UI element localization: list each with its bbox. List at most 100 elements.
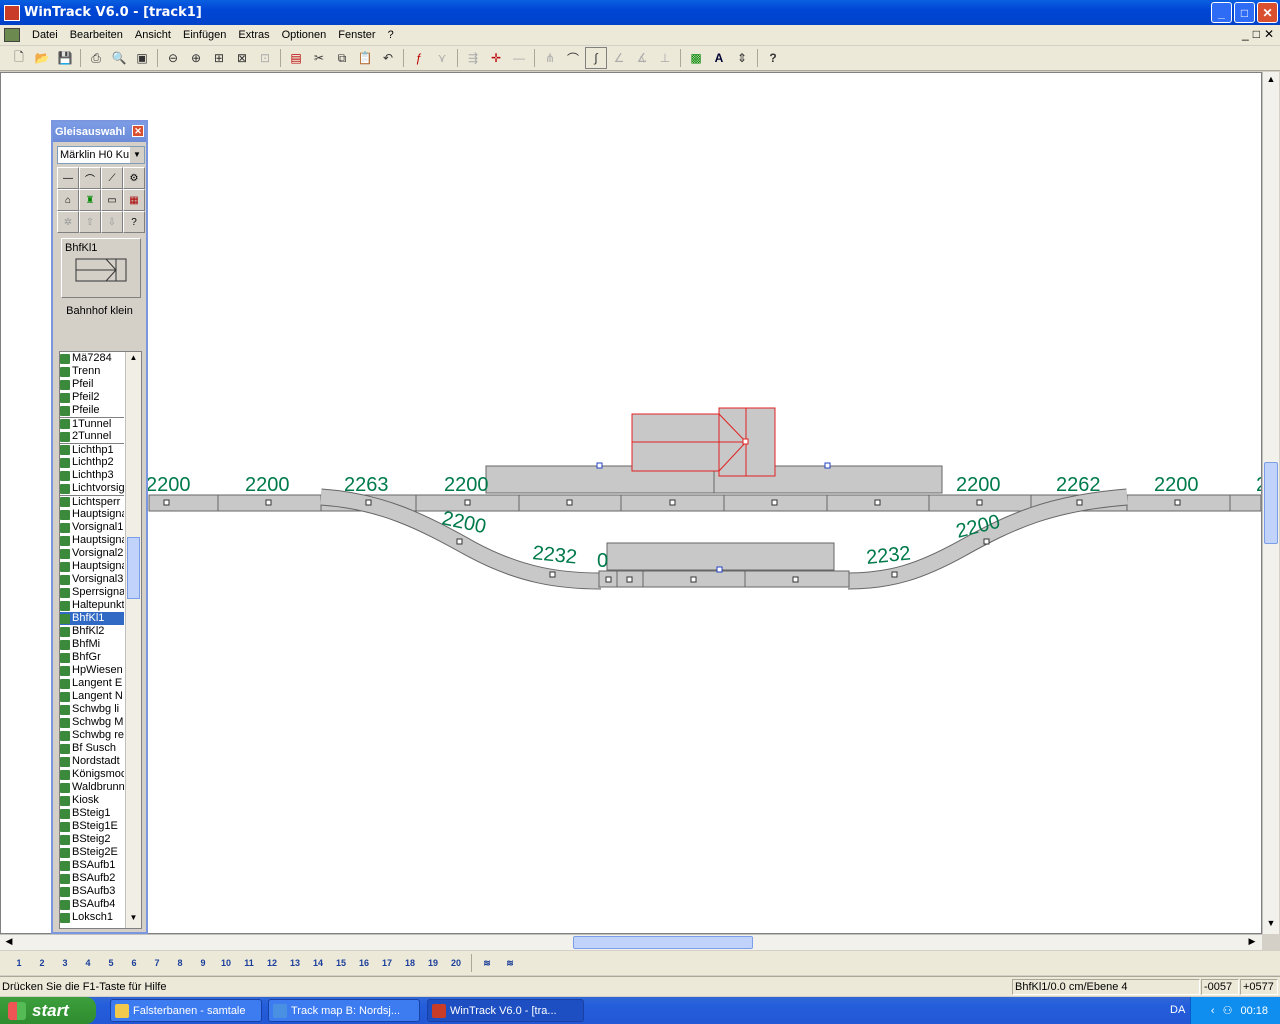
list-item[interactable]: BhfMi: [60, 638, 124, 651]
list-item[interactable]: Vorsignal2: [60, 547, 124, 560]
list-item[interactable]: Lichtsperr: [60, 495, 124, 508]
list-item[interactable]: Schwbg M: [60, 716, 124, 729]
measure-icon[interactable]: ƒ: [408, 47, 430, 69]
menu-ansicht[interactable]: Ansicht: [129, 29, 177, 41]
list-item[interactable]: HpWiesen: [60, 664, 124, 677]
list-item[interactable]: BhfKl1: [60, 612, 124, 625]
picture-icon[interactable]: ▣: [131, 47, 153, 69]
vertical-scroll-thumb[interactable]: [1264, 462, 1278, 544]
undo-icon[interactable]: ↶: [377, 47, 399, 69]
layer-button[interactable]: 4: [77, 952, 99, 974]
document-menu-icon[interactable]: [4, 28, 20, 42]
horizontal-scrollbar[interactable]: ◀ ▶: [0, 934, 1262, 950]
list-item[interactable]: Loksch1: [60, 911, 124, 924]
scroll-left-icon[interactable]: ◀: [2, 936, 16, 950]
language-indicator[interactable]: DA: [1170, 1004, 1185, 1016]
open-icon[interactable]: 📂: [31, 47, 53, 69]
list-item[interactable]: BSteig2: [60, 833, 124, 846]
save-icon[interactable]: 💾: [54, 47, 76, 69]
list-item[interactable]: 1Tunnel: [60, 417, 124, 430]
list-item[interactable]: Langent N: [60, 690, 124, 703]
horizontal-scroll-thumb[interactable]: [573, 936, 753, 949]
list-item[interactable]: Lichthp2: [60, 456, 124, 469]
platform-siding[interactable]: [606, 542, 835, 571]
layer-button[interactable]: 12: [261, 952, 283, 974]
list-item[interactable]: Vorsignal3: [60, 573, 124, 586]
list-scrollbar[interactable]: ▲ ▼: [125, 352, 141, 928]
list-item[interactable]: Vorsignal1: [60, 521, 124, 534]
straight-track-icon[interactable]: —: [57, 167, 79, 189]
layer-button[interactable]: 19: [422, 952, 444, 974]
list-item[interactable]: Pfeil2: [60, 391, 124, 404]
print-icon[interactable]: ⎙: [85, 47, 107, 69]
station-category-icon[interactable]: ▦: [123, 189, 145, 211]
move-icon[interactable]: ✛: [485, 47, 507, 69]
list-item[interactable]: Trenn: [60, 365, 124, 378]
station-building-selected[interactable]: [631, 407, 776, 477]
signal-category-icon[interactable]: ♜: [79, 189, 101, 211]
layer-button[interactable]: 6: [123, 952, 145, 974]
print-preview-icon[interactable]: 🔍: [108, 47, 130, 69]
layer-button[interactable]: 16: [353, 952, 375, 974]
layer-button[interactable]: 3: [54, 952, 76, 974]
signal-icon[interactable]: ▩: [685, 47, 707, 69]
scroll-right-icon[interactable]: ▶: [1245, 936, 1259, 950]
layer-button[interactable]: 17: [376, 952, 398, 974]
menu-fenster[interactable]: Fenster: [332, 29, 381, 41]
track-canvas[interactable]: 2200 2200 2263 2200 2200 2262 2200 2 220…: [0, 72, 1262, 934]
list-item[interactable]: BhfKl2: [60, 625, 124, 638]
taskbar-item-track-map[interactable]: Track map B: Nordsj...: [268, 999, 420, 1022]
curve-track-icon[interactable]: ⌒: [79, 167, 101, 189]
draw-flex-icon[interactable]: ∫: [585, 47, 607, 69]
help-icon[interactable]: ?: [762, 47, 784, 69]
menu-einfuegen[interactable]: Einfügen: [177, 29, 232, 41]
copy-icon[interactable]: ⧉: [331, 47, 353, 69]
mdi-minimize-button[interactable]: _: [1242, 27, 1249, 41]
minimize-button[interactable]: _: [1211, 2, 1232, 23]
list-item[interactable]: Sperrsigna: [60, 586, 124, 599]
track-system-select[interactable]: Märklin H0 Ku ▼: [57, 146, 145, 164]
layer-button[interactable]: 11: [238, 952, 260, 974]
track-layout-drawing[interactable]: 2200 2200 2263 2200 2200 2262 2200 2 220…: [1, 73, 1262, 934]
siding-track[interactable]: [598, 570, 850, 588]
palette-titlebar[interactable]: Gleisauswahl ✕: [53, 122, 146, 142]
list-item[interactable]: BhfGr: [60, 651, 124, 664]
mdi-close-button[interactable]: ✕: [1264, 27, 1274, 41]
list-item[interactable]: Pfeile: [60, 404, 124, 417]
menu-help[interactable]: ?: [382, 29, 400, 41]
list-item[interactable]: Hauptsigna: [60, 560, 124, 573]
text-icon[interactable]: A: [708, 47, 730, 69]
list-item[interactable]: Haltepunkt: [60, 599, 124, 612]
taskbar-item-wintrack[interactable]: WinTrack V6.0 - [tra...: [427, 999, 584, 1022]
layer-button[interactable]: 10: [215, 952, 237, 974]
network-icon[interactable]: ⚇: [1223, 1004, 1233, 1017]
zoom-window-icon[interactable]: ⊞: [208, 47, 230, 69]
menu-datei[interactable]: Datei: [26, 29, 64, 41]
list-scroll-down-icon[interactable]: ▼: [127, 913, 140, 926]
menu-bearbeiten[interactable]: Bearbeiten: [64, 29, 129, 41]
cut-icon[interactable]: ✂: [308, 47, 330, 69]
list-item[interactable]: BSteig1E: [60, 820, 124, 833]
height-icon[interactable]: ⇕: [731, 47, 753, 69]
new-icon[interactable]: 🗋: [8, 47, 30, 69]
list-item[interactable]: Hauptsigna: [60, 534, 124, 547]
layer-button[interactable]: 7: [146, 952, 168, 974]
curve-icon[interactable]: ⌒: [562, 47, 584, 69]
list-scroll-up-icon[interactable]: ▲: [127, 353, 140, 366]
list-item[interactable]: BSAufb3: [60, 885, 124, 898]
layer-button[interactable]: 9: [192, 952, 214, 974]
zoom-out-icon[interactable]: ⊖: [162, 47, 184, 69]
list-item[interactable]: Schwbg re: [60, 729, 124, 742]
list-item[interactable]: BSteig1: [60, 807, 124, 820]
list-item[interactable]: Waldbrunn: [60, 781, 124, 794]
track-item-list[interactable]: Mä7284 Trenn Pfeil Pfeil2 Pfeile 1Tunnel 2Tunn…: [59, 351, 142, 929]
layer-button[interactable]: 5: [100, 952, 122, 974]
layer-button[interactable]: 1: [8, 952, 30, 974]
scroll-down-icon[interactable]: ▼: [1264, 918, 1278, 932]
zoom-all-icon[interactable]: ⊠: [231, 47, 253, 69]
switch-track-icon[interactable]: ⟋: [101, 167, 123, 189]
list-item[interactable]: 2Tunnel: [60, 430, 124, 443]
list-item[interactable]: Schwbg li: [60, 703, 124, 716]
building-icon[interactable]: ⌂: [57, 189, 79, 211]
palette-help-icon[interactable]: ?: [123, 211, 145, 233]
